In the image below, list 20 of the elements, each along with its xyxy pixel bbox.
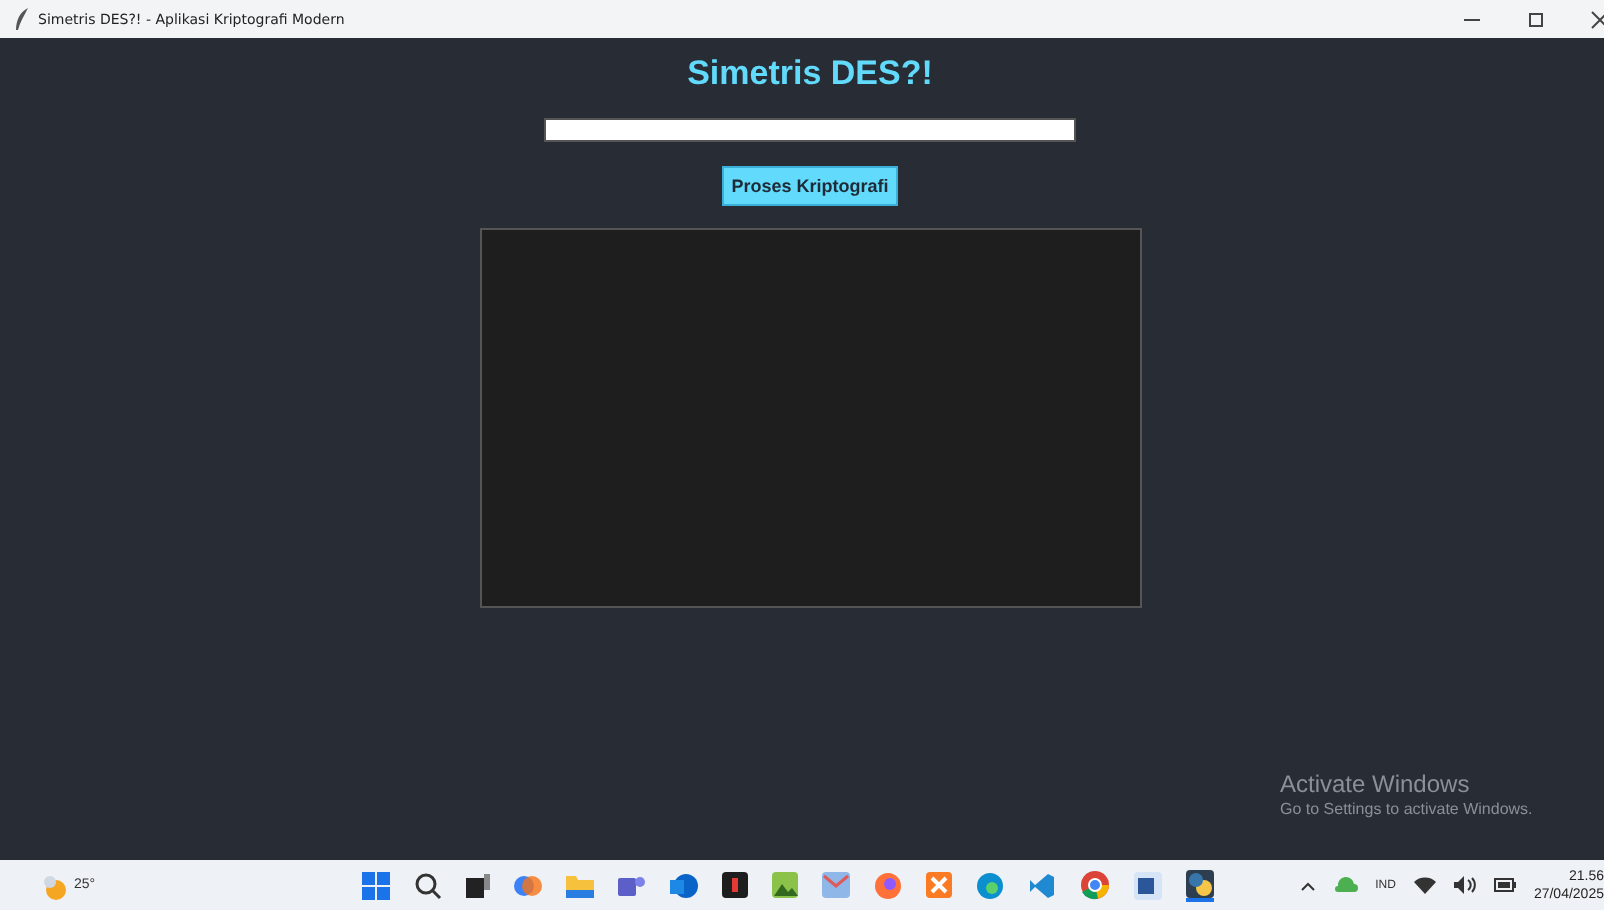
close-icon[interactable] [1590, 9, 1604, 29]
chevron-up-icon[interactable] [1299, 879, 1316, 891]
wifi-icon[interactable] [1413, 876, 1436, 894]
feather-icon [14, 7, 30, 31]
app-heading: Simetris DES?! [687, 54, 933, 94]
process-button[interactable]: Proses Kriptografi [721, 166, 899, 206]
activation-title: Activate Windows [1280, 770, 1472, 798]
start-icon[interactable] [362, 871, 390, 899]
speaker-icon[interactable] [1453, 876, 1476, 894]
dark-app-icon[interactable] [722, 872, 748, 898]
folder-icon[interactable] [566, 873, 594, 897]
input-field[interactable] [544, 118, 1076, 142]
activation-message: Go to Settings to activate Windows. [1280, 800, 1533, 818]
image-icon[interactable] [772, 872, 798, 898]
search-icon[interactable] [414, 871, 442, 899]
task-view-icon[interactable] [466, 873, 490, 897]
chrome-icon[interactable] [1080, 870, 1110, 900]
maximize-icon[interactable] [1526, 9, 1546, 29]
battery-icon[interactable] [1493, 878, 1516, 892]
vscode-icon[interactable] [1028, 871, 1056, 899]
